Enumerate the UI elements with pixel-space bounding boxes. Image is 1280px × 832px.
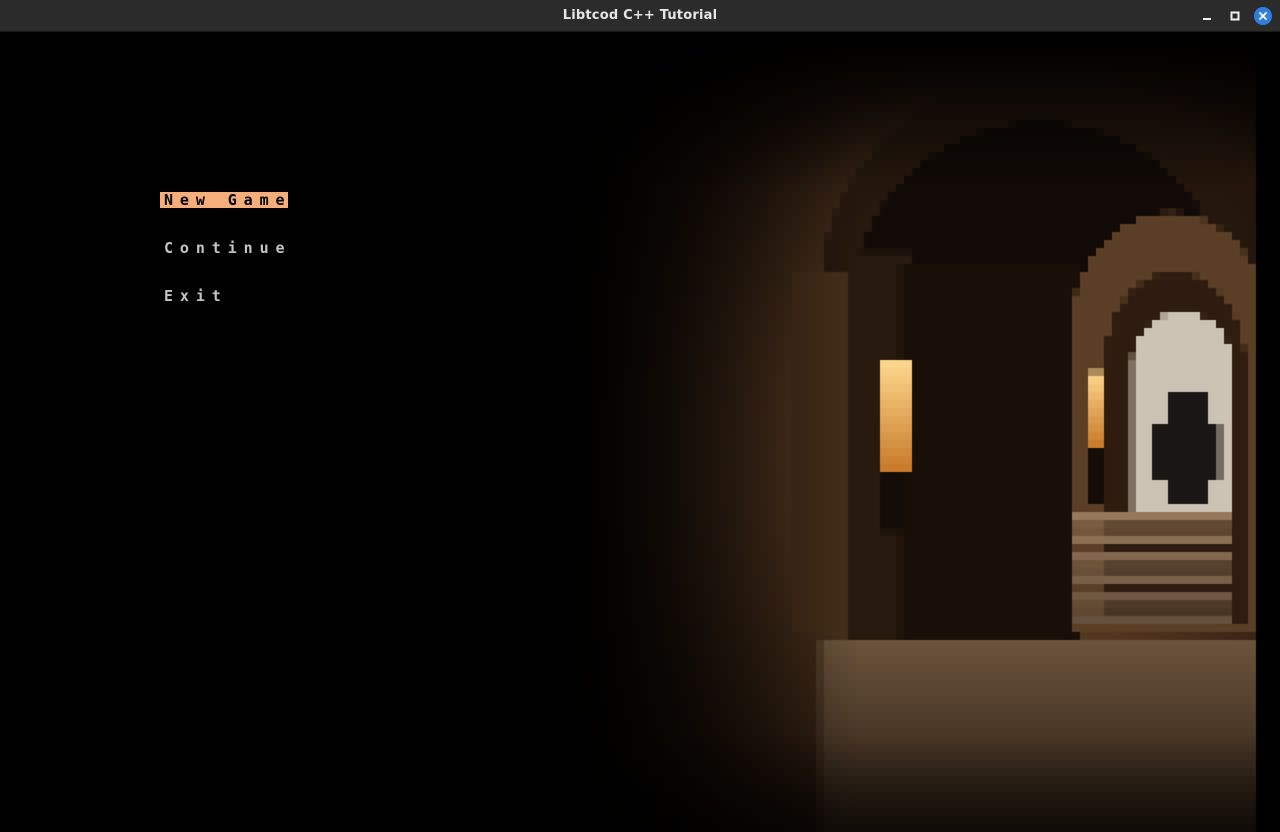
minimize-button[interactable] bbox=[1198, 7, 1216, 25]
menu-item-continue[interactable]: Continue bbox=[160, 240, 291, 256]
game-viewport[interactable]: New Game Continue Exit bbox=[0, 32, 1280, 832]
app-window: Libtcod C++ Tutorial New Game Continue E… bbox=[0, 0, 1280, 832]
maximize-icon bbox=[1230, 11, 1240, 21]
window-title: Libtcod C++ Tutorial bbox=[562, 8, 718, 23]
maximize-button[interactable] bbox=[1226, 7, 1244, 25]
menu-item-new-game[interactable]: New Game bbox=[160, 192, 288, 208]
minimize-icon bbox=[1203, 18, 1211, 20]
title-bar[interactable]: Libtcod C++ Tutorial bbox=[0, 0, 1280, 32]
close-icon bbox=[1259, 12, 1267, 20]
close-button[interactable] bbox=[1254, 7, 1272, 25]
menu-item-exit[interactable]: Exit bbox=[160, 288, 228, 304]
pixelated-dungeon-corridor-image bbox=[0, 32, 1280, 832]
